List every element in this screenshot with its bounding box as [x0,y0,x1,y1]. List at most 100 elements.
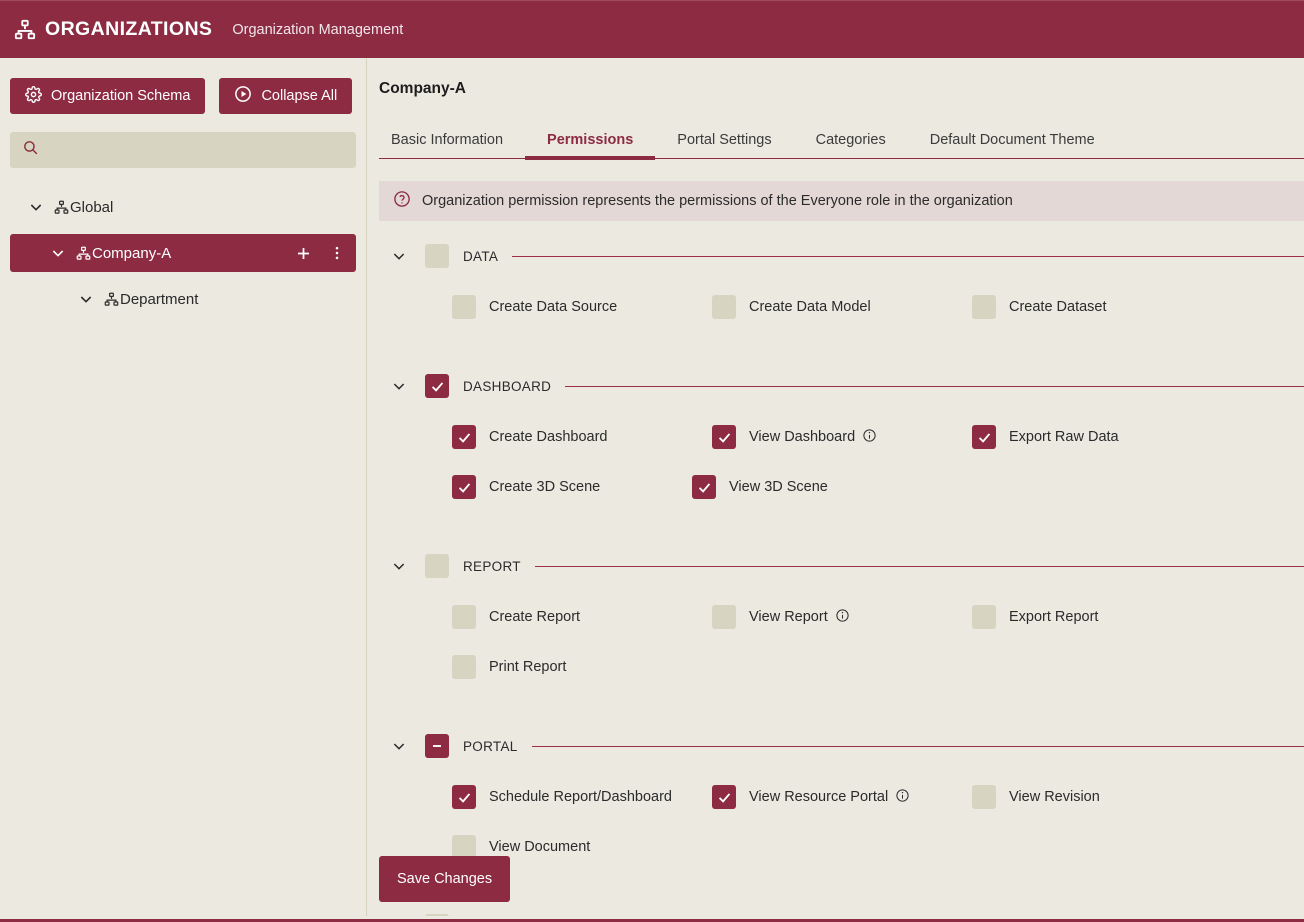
perm-label-export-report: Export Report [1009,609,1099,625]
tab-bar: Basic Information Permissions Portal Set… [379,126,1304,160]
section-checkbox-portal[interactable] [425,734,449,758]
perm-grid-dashboard: Create Dashboard View Dashboard Export Raw… [379,425,1304,525]
tab-portal-settings[interactable]: Portal Settings [655,126,793,158]
checkbox-view-revision[interactable] [972,785,996,809]
tab-categories[interactable]: Categories [794,126,908,158]
perm-section-portal: PORTAL Schedule Report/Dashboard View Reso… [379,729,1304,885]
checkbox-schedule-report-dashboard[interactable] [452,785,476,809]
chevron-down-icon[interactable] [391,378,407,394]
tab-permissions[interactable]: Permissions [525,126,656,160]
perm-label-view-dashboard: View Dashboard [749,428,877,447]
perm-label-view-3d-scene: View 3D Scene [729,479,828,495]
chevron-down-icon[interactable] [28,199,44,215]
more-vertical-icon[interactable] [326,242,348,264]
sidebar-actions: Organization Schema Collapse All [10,78,356,114]
perm-item-view-resource-portal: View Resource Portal [712,785,972,809]
perm-label-view-report: View Report [749,608,850,627]
perm-item-export-raw-data: Export Raw Data [972,425,1232,449]
section-checkbox-dashboard[interactable] [425,374,449,398]
permissions-notice-text: Organization permission represents the p… [422,193,1013,209]
tree-node-company-a[interactable]: Company-A [10,234,356,272]
section-title-portal: PORTAL [463,738,518,754]
perm-item-view-dashboard: View Dashboard [712,425,972,449]
chevron-down-icon[interactable] [50,245,66,261]
perm-label-create-dashboard: Create Dashboard [489,429,608,445]
checkbox-view-report[interactable] [712,605,736,629]
checkbox-view-dashboard[interactable] [712,425,736,449]
perm-item-view-3d-scene: View 3D Scene [692,475,952,499]
perm-label-create-dataset: Create Dataset [1009,299,1107,315]
collapse-all-label: Collapse All [261,88,338,104]
perm-item-create-report: Create Report [452,605,712,629]
checkbox-create-data-model[interactable] [712,295,736,319]
perm-item-create-data-model: Create Data Model [712,295,972,319]
section-divider [531,745,1304,747]
org-node-icon [104,292,119,307]
tree-node-label: Department [120,290,199,308]
collapse-all-button[interactable]: Collapse All [219,78,353,114]
org-chart-icon [14,19,36,41]
checkbox-create-data-source[interactable] [452,295,476,319]
perm-grid-report: Create Report View Report Export Report Pri… [379,605,1304,705]
tree-node-department[interactable]: Department [10,280,356,318]
perm-label-create-3d-scene: Create 3D Scene [489,479,601,495]
organization-schema-button[interactable]: Organization Schema [10,78,206,114]
section-divider [565,385,1304,387]
checkbox-print-report[interactable] [452,655,476,679]
permissions-notice: Organization permission represents the p… [379,181,1304,221]
save-changes-button[interactable]: Save Changes [379,856,511,902]
checkbox-export-report[interactable] [972,605,996,629]
perm-label-create-data-model: Create Data Model [749,299,871,315]
perm-label-create-report: Create Report [489,609,581,625]
info-icon[interactable] [835,608,850,627]
perm-item-print-report: Print Report [452,655,692,679]
checkbox-create-report[interactable] [452,605,476,629]
section-title-data: DATA [463,248,499,264]
tree-node-global[interactable]: Global [10,188,356,226]
perm-section-data: DATA Create Data Source Create Data Model C… [379,239,1304,345]
info-icon[interactable] [895,788,910,807]
checkbox-view-resource-portal[interactable] [712,785,736,809]
perm-item-view-report: View Report [712,605,972,629]
perm-label-view-document: View Document [489,839,591,855]
tab-basic-information[interactable]: Basic Information [379,126,525,158]
perm-grid-portal: Schedule Report/Dashboard View Resource P… [379,785,1304,885]
gear-icon [25,85,42,107]
section-checkbox-data[interactable] [425,244,449,268]
search-input[interactable] [47,132,344,168]
section-divider [512,255,1304,257]
app-title: ORGANIZATIONS [45,18,213,40]
section-checkbox-report[interactable] [425,554,449,578]
checkbox-create-dataset[interactable] [972,295,996,319]
main-panel: Company-A Basic Information Permissions … [367,58,1304,916]
perm-item-create-dashboard: Create Dashboard [452,425,712,449]
chevron-down-icon[interactable] [391,738,407,754]
checkbox-create-dashboard[interactable] [452,425,476,449]
section-title-report: REPORT [463,558,521,574]
checkbox-export-raw-data[interactable] [972,425,996,449]
checkbox-view-3d-scene[interactable] [692,475,716,499]
section-header-portal: PORTAL [379,729,1304,763]
perm-item-create-3d-scene: Create 3D Scene [452,475,692,499]
chevron-down-icon[interactable] [391,558,407,574]
perm-item-export-report: Export Report [972,605,1232,629]
sidebar: Organization Schema Collapse All Global … [0,58,367,916]
perm-item-view-revision: View Revision [972,785,1232,809]
tab-default-document-theme[interactable]: Default Document Theme [908,126,1117,158]
section-header-data: DATA [379,239,1304,273]
info-icon[interactable] [862,428,877,447]
chevron-down-icon[interactable] [391,248,407,264]
chevron-down-icon[interactable] [78,291,94,307]
perm-grid-data: Create Data Source Create Data Model Creat… [379,295,1304,345]
perm-item-schedule-report-dashboard: Schedule Report/Dashboard [452,785,712,809]
organization-schema-label: Organization Schema [51,88,191,104]
save-bar: Save Changes [379,856,511,916]
section-header-management: MANAGEMENT [379,909,1304,916]
perm-label-print-report: Print Report [489,659,567,675]
perm-label-view-resource-portal: View Resource Portal [749,788,910,807]
search-box[interactable] [10,132,356,168]
perm-label-view-revision: View Revision [1009,789,1100,805]
checkbox-create-3d-scene[interactable] [452,475,476,499]
plus-icon[interactable] [292,242,314,264]
perm-item-create-data-source: Create Data Source [452,295,712,319]
